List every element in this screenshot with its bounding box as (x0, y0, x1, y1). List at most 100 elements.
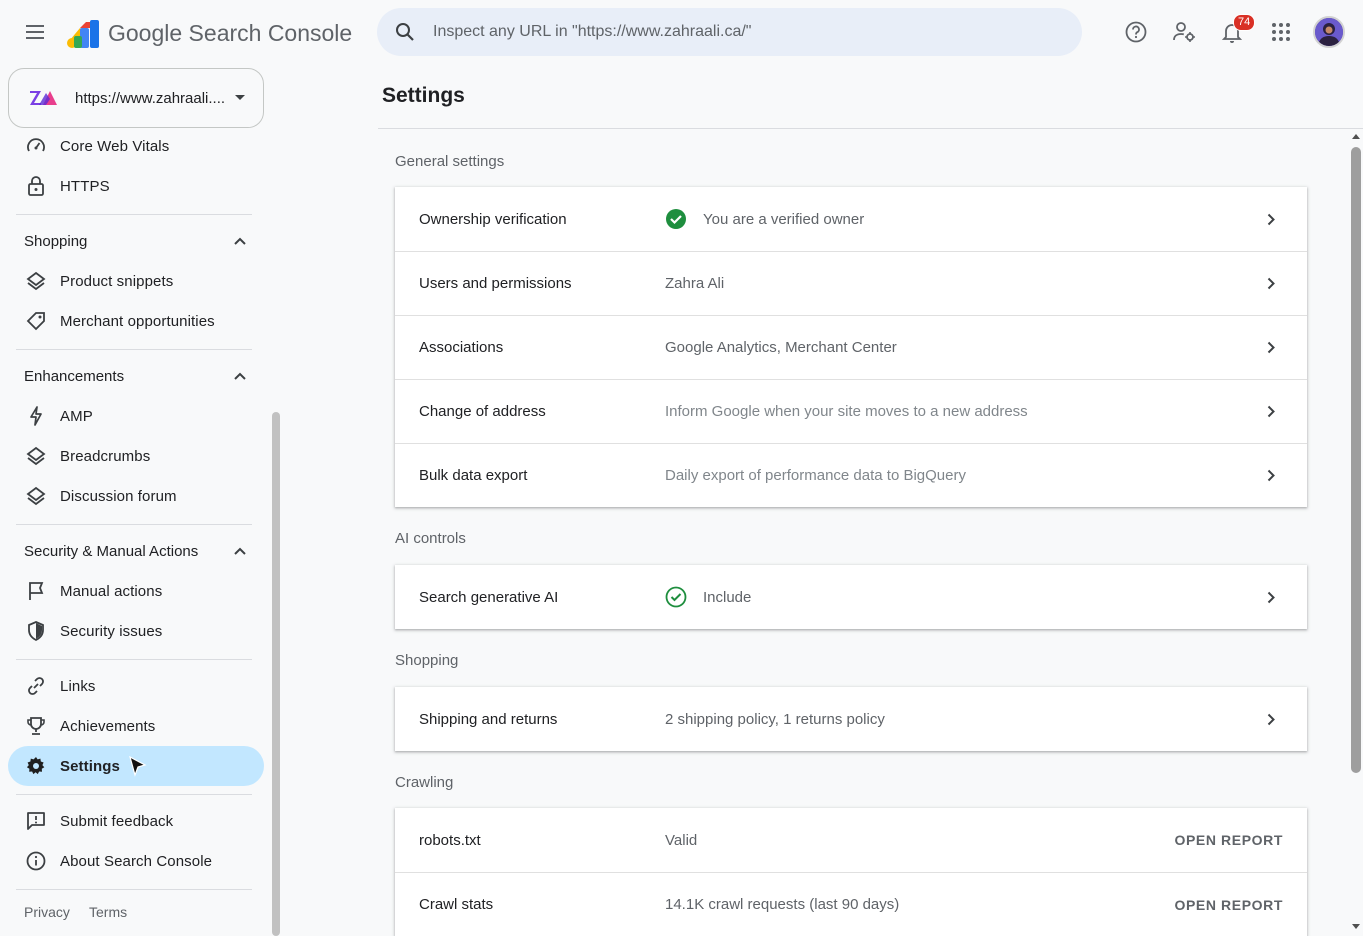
row-value: 14.1K crawl requests (last 90 days) (665, 896, 900, 913)
section-toggle-shopping[interactable]: Shopping (8, 221, 264, 261)
sidebar-item-label: Merchant opportunities (60, 312, 215, 330)
sidebar-item-https[interactable]: HTTPS (8, 166, 264, 206)
tag-icon (24, 309, 48, 333)
top-app-bar: Google Search Console 74 (0, 0, 1363, 64)
row-value-text: You are a verified owner (703, 210, 865, 228)
sidebar-item-label: Core Web Vitals (60, 137, 170, 155)
lock-icon (24, 174, 48, 198)
sidebar-item-label: Submit feedback (60, 812, 174, 830)
divider (16, 889, 252, 890)
chevron-up-icon (234, 237, 246, 245)
notifications-icon[interactable]: 74 (1212, 12, 1256, 52)
open-report-button[interactable]: OPEN REPORT (1174, 897, 1283, 913)
divider (16, 794, 252, 795)
row-value: Valid (665, 831, 698, 849)
row-label: Search generative AI (419, 588, 559, 606)
sidebar-item-label: Manual actions (60, 582, 163, 600)
group-label-shopping: Shopping (395, 652, 459, 669)
crawling-card: robots.txt Valid OPEN REPORT Crawl stats… (395, 808, 1307, 936)
shopping-card: Shipping and returns 2 shipping policy, … (395, 687, 1307, 751)
section-toggle-enhancements[interactable]: Enhancements (8, 356, 264, 396)
row-label: robots.txt (419, 831, 481, 849)
sidebar-item-discussion-forum[interactable]: Discussion forum (8, 476, 264, 516)
section-title: Shopping (24, 232, 88, 250)
setting-row-change-of-address[interactable]: Change of address Inform Google when you… (395, 379, 1307, 443)
setting-row-shipping-and-returns[interactable]: Shipping and returns 2 shipping policy, … (395, 687, 1307, 751)
sidebar-item-submit-feedback[interactable]: Submit feedback (8, 801, 264, 841)
sidebar-item-amp[interactable]: AMP (8, 396, 264, 436)
chevron-right-icon (1259, 585, 1283, 609)
sidebar-item-label: Achievements (60, 717, 156, 735)
notification-badge: 74 (1233, 14, 1256, 31)
sidebar-item-manual-actions[interactable]: Manual actions (8, 571, 264, 611)
shield-icon (24, 619, 48, 643)
chevron-right-icon (1259, 707, 1283, 731)
search-icon[interactable] (377, 8, 433, 56)
sidebar-item-achievements[interactable]: Achievements (8, 706, 264, 746)
search-input[interactable] (433, 23, 1053, 41)
hamburger-menu-icon (26, 25, 44, 39)
section-toggle-security[interactable]: Security & Manual Actions (8, 531, 264, 571)
setting-row-crawl-stats[interactable]: Crawl stats 14.1K crawl requests (last 9… (395, 872, 1307, 936)
trophy-icon (24, 714, 48, 738)
main-scrollbar-thumb[interactable] (1351, 147, 1361, 773)
sidebar-item-product-snippets[interactable]: Product snippets (8, 261, 264, 301)
property-favicon (30, 91, 57, 105)
setting-row-robots-txt[interactable]: robots.txt Valid OPEN REPORT (395, 808, 1307, 872)
sidebar-item-about[interactable]: About Search Console (8, 841, 264, 881)
scroll-down-arrow-icon[interactable] (1352, 924, 1360, 929)
privacy-link[interactable]: Privacy (24, 904, 70, 920)
sidebar-item-label: Product snippets (60, 272, 174, 290)
sidebar-scrollbar[interactable] (272, 412, 280, 936)
sidebar-nav: Core Web Vitals HTTPS Shopping Product s… (0, 128, 272, 936)
row-value-text: Include (703, 588, 752, 606)
divider (16, 349, 252, 350)
flag-icon (24, 579, 48, 603)
sidebar-item-core-web-vitals[interactable]: Core Web Vitals (8, 128, 264, 166)
row-value: Include (665, 586, 751, 608)
group-label-crawling: Crawling (395, 774, 454, 791)
user-settings-icon[interactable] (1164, 12, 1204, 52)
apps-grid-icon[interactable] (1261, 12, 1301, 52)
search-console-logo[interactable]: Google Search Console (66, 15, 352, 51)
setting-row-associations[interactable]: Associations Google Analytics, Merchant … (395, 315, 1307, 379)
chevron-up-icon (234, 372, 246, 380)
search-console-app: Google Search Console 74 (0, 0, 1363, 936)
scroll-up-arrow-icon[interactable] (1352, 134, 1360, 139)
terms-link[interactable]: Terms (89, 904, 127, 920)
row-value: Google Analytics, Merchant Center (665, 339, 897, 356)
setting-row-bulk-data-export[interactable]: Bulk data export Daily export of perform… (395, 443, 1307, 507)
row-label: Associations (419, 339, 504, 356)
open-report-button[interactable]: OPEN REPORT (1174, 832, 1283, 848)
help-icon[interactable] (1116, 12, 1156, 52)
search-console-logo-icon (67, 20, 99, 48)
setting-row-search-generative-ai[interactable]: Search generative AI Include (395, 565, 1307, 629)
chevron-right-icon (1259, 400, 1283, 424)
sidebar-item-links[interactable]: Links (8, 666, 264, 706)
setting-row-users-and-permissions[interactable]: Users and permissions Zahra Ali (395, 251, 1307, 315)
sidebar-item-merchant-opportunities[interactable]: Merchant opportunities (8, 301, 264, 341)
layers-icon (24, 444, 48, 468)
chevron-right-icon (1259, 207, 1283, 231)
url-inspection-search[interactable] (377, 8, 1082, 56)
main-menu-button[interactable] (16, 12, 56, 52)
sidebar-item-breadcrumbs[interactable]: Breadcrumbs (8, 436, 264, 476)
row-value: Inform Google when your site moves to a … (665, 403, 1028, 420)
row-label: Shipping and returns (419, 710, 558, 728)
row-value: 2 shipping policy, 1 returns policy (665, 710, 885, 728)
chevron-right-icon (1259, 464, 1283, 488)
outline-check-icon (665, 586, 687, 608)
lightning-icon (24, 404, 48, 428)
row-label: Ownership verification (419, 210, 567, 228)
divider (16, 659, 252, 660)
setting-row-ownership-verification[interactable]: Ownership verification You are a verifie… (395, 187, 1307, 251)
property-selector[interactable]: https://www.zahraali.... (8, 68, 264, 128)
group-label-ai-controls: AI controls (395, 530, 466, 547)
account-avatar[interactable] (1313, 16, 1345, 48)
section-title: Security & Manual Actions (24, 542, 199, 560)
divider (16, 214, 252, 215)
row-value: Daily export of performance data to BigQ… (665, 467, 966, 484)
verified-check-icon (665, 208, 687, 230)
sidebar-item-security-issues[interactable]: Security issues (8, 611, 264, 651)
gauge-icon (24, 134, 48, 158)
